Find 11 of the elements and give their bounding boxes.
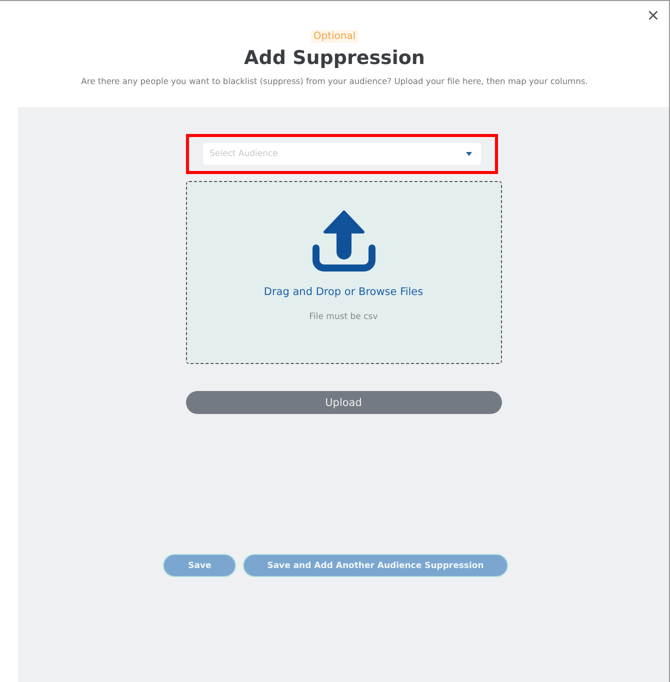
save-button[interactable]: Save [163, 554, 236, 577]
file-dropzone[interactable]: Drag and Drop or Browse Files File must be csv [186, 181, 502, 364]
browse-files-link[interactable]: Drag and Drop or Browse Files [264, 286, 424, 298]
dialog-title: Add Suppression [244, 47, 425, 69]
upload-icon [310, 210, 376, 272]
save-and-add-button[interactable]: Save and Add Another Audience Suppression [243, 554, 508, 577]
caret-icon [466, 152, 472, 156]
file-type-hint: File must be csv [309, 312, 378, 322]
optional-badge: Optional [311, 30, 358, 43]
dialog-subtitle: Are there any people you want to blacklist (suppress) from your audience? Upload your file here, then map your columns. [81, 76, 588, 86]
close-button[interactable]: × [643, 5, 663, 27]
